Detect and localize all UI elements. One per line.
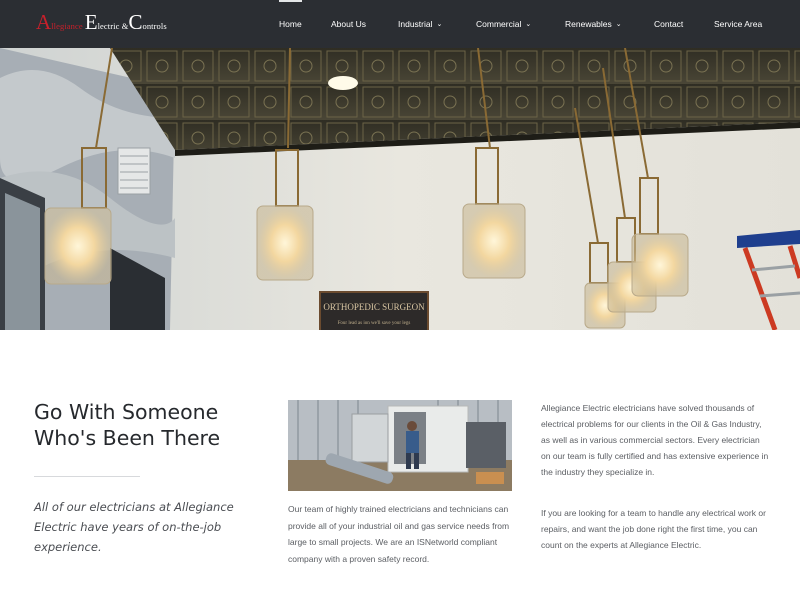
logo-text-electric: lectric & [97, 21, 129, 31]
nav-about-us[interactable]: About Us [331, 0, 366, 48]
logo-letter-c: C [128, 10, 143, 34]
electricians-photo-illustration [288, 400, 512, 491]
nav-contact[interactable]: Contact [654, 0, 683, 48]
industrial-services-text: Our team of highly trained electricians … [288, 504, 510, 564]
hero-image: ORTHOPEDIC SURGEON Four lead as ion we'l… [0, 48, 800, 330]
nav-industrial[interactable]: Industrial ⌄ [398, 0, 442, 48]
nav-renewables[interactable]: Renewables ⌄ [565, 0, 622, 48]
logo-letter-a: A [36, 10, 52, 34]
heading-divider [34, 476, 140, 477]
logo-text-allegiance: llegiance [51, 21, 83, 31]
chevron-down-icon: ⌄ [436, 21, 443, 28]
experience-text: Allegiance Electric electricians have so… [541, 403, 769, 477]
nav-service-area[interactable]: Service Area [714, 0, 762, 48]
section-heading: Go With Someone Who's Been There [34, 400, 221, 450]
nav-industrial-label: Industrial [398, 19, 433, 29]
experience-quote: All of our electricians at Allegiance El… [34, 500, 234, 554]
hero-sign-line1: ORTHOPEDIC SURGEON [323, 302, 425, 312]
nav-commercial[interactable]: Commercial ⌄ [476, 0, 531, 48]
logo-letter-e: E [84, 10, 98, 34]
hero-sign-line2: Four lead as ion we'll save your legs [338, 321, 411, 326]
call-to-action-text: If you are looking for a team to handle … [541, 508, 766, 550]
nav-contact-label: Contact [654, 19, 684, 29]
site-logo[interactable]: A llegiance E lectric & C ontrols [36, 12, 167, 36]
nav-home[interactable]: Home [279, 0, 302, 48]
logo-text-controls: ontrols [142, 21, 167, 31]
nav-commercial-label: Commercial [476, 19, 522, 29]
nav-renewables-label: Renewables [565, 19, 612, 29]
nav-about-us-label: About Us [331, 19, 366, 29]
nav-home-label: Home [279, 19, 302, 29]
chevron-down-icon: ⌄ [525, 21, 532, 28]
nav-service-area-label: Service Area [714, 19, 763, 29]
chevron-down-icon: ⌄ [615, 21, 622, 28]
site-header: A llegiance E lectric & C ontrols Home A… [0, 0, 800, 48]
electricians-photo [288, 400, 512, 491]
hero-illustration: ORTHOPEDIC SURGEON Four lead as ion we'l… [0, 48, 800, 330]
